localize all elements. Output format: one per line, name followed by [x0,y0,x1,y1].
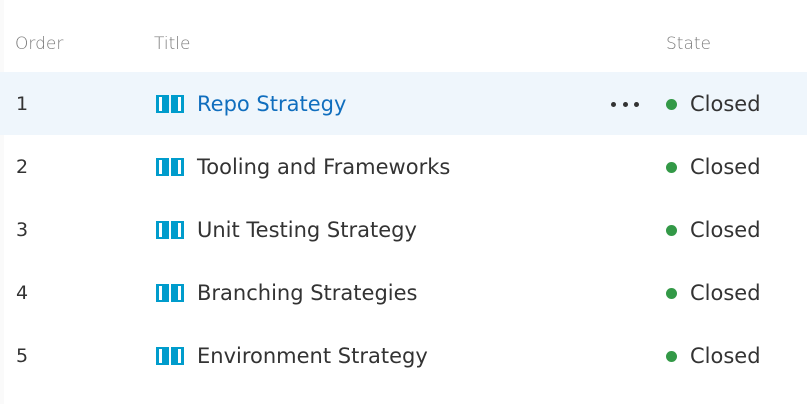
state-cell: Closed [666,89,761,119]
book-icon [156,347,184,365]
order-cell: 1 [16,93,29,115]
work-item-title-link[interactable]: Repo Strategy [197,89,346,119]
column-header-order[interactable]: Order [15,32,63,56]
table-row[interactable]: 3 Unit Testing Strategy Closed [0,198,807,261]
state-dot-icon [666,350,677,362]
table-row[interactable]: 1 Repo Strategy Closed [0,72,807,135]
title-cell: Repo Strategy [155,89,346,119]
title-cell: Unit Testing Strategy [155,215,417,245]
state-dot-icon [666,161,677,173]
table-row[interactable]: 4 Branching Strategies Closed [0,261,807,324]
work-item-title-link[interactable]: Unit Testing Strategy [197,215,417,245]
title-cell: Environment Strategy [155,341,428,371]
work-item-grid: Order Title State 1 Repo Strategy Closed… [0,0,807,404]
ellipsis-icon[interactable] [611,98,639,110]
column-header-state[interactable]: State [666,32,711,56]
state-cell: Closed [666,152,761,182]
order-cell: 4 [16,282,29,304]
order-cell: 2 [16,156,29,178]
state-dot-icon [666,287,677,299]
book-icon [156,221,184,239]
state-cell: Closed [666,215,761,245]
state-dot-icon [666,224,677,236]
work-item-title-link[interactable]: Branching Strategies [197,278,417,308]
book-icon [156,284,184,302]
book-icon [156,158,184,176]
column-header-title[interactable]: Title [154,32,190,56]
state-label: Closed [690,281,761,305]
state-label: Closed [690,92,761,116]
work-item-title-link[interactable]: Tooling and Frameworks [197,152,450,182]
table-row[interactable]: 5 Environment Strategy Closed [0,324,807,387]
state-cell: Closed [666,278,761,308]
state-dot-icon [666,98,677,110]
title-cell: Tooling and Frameworks [155,152,450,182]
order-cell: 3 [16,219,29,241]
grid-header: Order Title State [0,0,807,72]
book-icon [156,95,184,113]
state-label: Closed [690,344,761,368]
state-label: Closed [690,218,761,242]
title-cell: Branching Strategies [155,278,417,308]
state-label: Closed [690,155,761,179]
table-row[interactable]: 2 Tooling and Frameworks Closed [0,135,807,198]
order-cell: 5 [16,345,29,367]
state-cell: Closed [666,341,761,371]
work-item-title-link[interactable]: Environment Strategy [197,341,428,371]
